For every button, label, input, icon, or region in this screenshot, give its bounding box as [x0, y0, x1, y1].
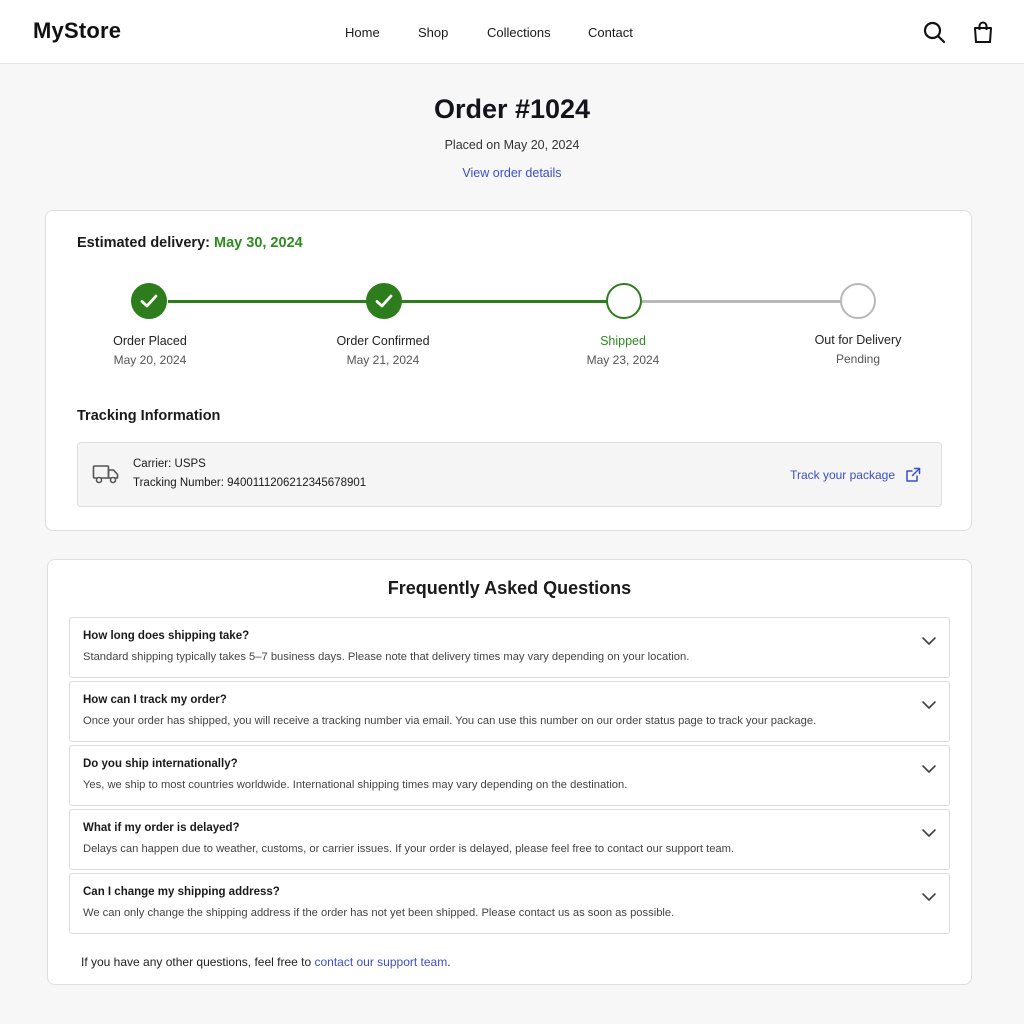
- truck-icon: [92, 463, 120, 490]
- estimated-delivery-date: May 30, 2024: [214, 235, 303, 251]
- chevron-down-icon: [922, 893, 936, 901]
- faq-question: Do you ship internationally?: [83, 758, 238, 770]
- delivery-status-card: Estimated delivery: May 30, 2024 Order P…: [45, 210, 972, 531]
- faq-question: How long does shipping take?: [83, 630, 250, 642]
- top-navigation-bar: MyStore Home Shop Collections Contact: [0, 0, 1024, 64]
- contact-support-link[interactable]: contact our support team: [314, 955, 447, 969]
- order-placed-date: Placed on May 20, 2024: [444, 138, 580, 152]
- faq-question: Can I change my shipping address?: [83, 886, 280, 898]
- estimated-delivery-label: Estimated delivery:: [77, 235, 210, 251]
- faq-footer-text: If you have any other questions, feel fr…: [81, 955, 315, 969]
- tracking-info-title: Tracking Information: [77, 408, 221, 424]
- faq-card: Frequently Asked Questions How long does…: [47, 559, 972, 985]
- progress-line-pending: [626, 300, 858, 303]
- nav-home[interactable]: Home: [345, 25, 380, 40]
- step-shipped-marker: [606, 283, 642, 319]
- step-label: Out for Delivery: [814, 333, 902, 347]
- checkmark-icon: [140, 294, 158, 308]
- faq-answer: Standard shipping typically takes 5–7 bu…: [83, 651, 690, 663]
- chevron-down-icon: [922, 829, 936, 837]
- nav-contact[interactable]: Contact: [588, 25, 633, 40]
- chevron-down-icon: [922, 765, 936, 773]
- faq-item[interactable]: How long does shipping take? Standard sh…: [69, 617, 950, 678]
- faq-item[interactable]: Can I change my shipping address? We can…: [69, 873, 950, 934]
- nav-collections[interactable]: Collections: [487, 25, 551, 40]
- main-nav: Home Shop Collections Contact: [0, 25, 1024, 45]
- step-out-for-delivery-marker: [840, 283, 876, 319]
- faq-answer: Once your order has shipped, you will re…: [83, 715, 817, 727]
- tracking-info-box: Carrier: USPS Tracking Number: 940011120…: [77, 442, 942, 507]
- faq-answer: Delays can happen due to weather, custom…: [83, 843, 735, 855]
- estimated-delivery: Estimated delivery: May 30, 2024: [77, 235, 303, 251]
- faq-footer: If you have any other questions, feel fr…: [81, 955, 451, 969]
- faq-answer: Yes, we ship to most countries worldwide…: [83, 779, 628, 791]
- step-label: Order Confirmed: [336, 334, 430, 348]
- faq-question: How can I track my order?: [83, 694, 227, 706]
- step-date: May 23, 2024: [586, 353, 660, 367]
- step-date: May 21, 2024: [346, 353, 420, 367]
- step-label: Order Placed: [113, 334, 187, 348]
- shopping-bag-icon[interactable]: [971, 20, 995, 44]
- step-date: May 20, 2024: [113, 353, 187, 367]
- view-order-details-link[interactable]: View order details: [462, 166, 561, 180]
- faq-item[interactable]: Do you ship internationally? Yes, we shi…: [69, 745, 950, 806]
- tracking-number: Tracking Number: 9400111206212345678901: [133, 477, 367, 489]
- carrier-text: Carrier: USPS: [133, 458, 206, 470]
- external-link-icon: [906, 467, 921, 482]
- step-order-confirmed-marker: [366, 283, 402, 319]
- chevron-down-icon: [922, 637, 936, 645]
- faq-answer: We can only change the shipping address …: [83, 907, 675, 919]
- track-package-link[interactable]: Track your package: [790, 467, 921, 483]
- chevron-down-icon: [922, 701, 936, 709]
- nav-shop[interactable]: Shop: [418, 25, 448, 40]
- faq-item[interactable]: What if my order is delayed? Delays can …: [69, 809, 950, 870]
- step-order-placed-marker: [131, 283, 167, 319]
- track-package-label: Track your package: [790, 468, 895, 482]
- search-icon[interactable]: [922, 20, 946, 44]
- faq-footer-end: .: [447, 955, 451, 969]
- step-date: Pending: [835, 352, 881, 366]
- faq-title: Frequently Asked Questions: [387, 578, 632, 598]
- step-label: Shipped: [600, 334, 646, 348]
- checkmark-icon: [375, 294, 393, 308]
- order-title: Order #1024: [433, 94, 591, 124]
- faq-item[interactable]: How can I track my order? Once your orde…: [69, 681, 950, 742]
- faq-question: What if my order is delayed?: [83, 822, 240, 834]
